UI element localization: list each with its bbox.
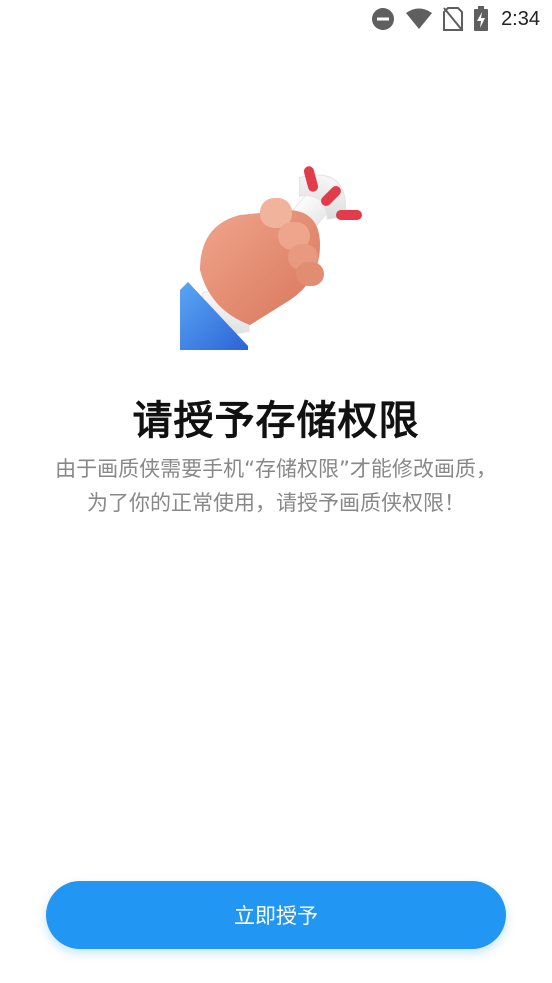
- status-bar: 2:34: [0, 0, 552, 38]
- status-clock: 2:34: [501, 7, 540, 30]
- status-icons: 2:34: [371, 6, 540, 32]
- page-title: 请授予存储权限: [132, 398, 420, 444]
- wifi-icon: [405, 8, 433, 30]
- permission-description: 由于画质侠需要手机“存储权限”才能修改画质，为了你的正常使用，请授予画质侠权限！: [55, 457, 497, 515]
- wrench-in-hand-icon: [170, 150, 380, 360]
- grant-permission-button[interactable]: 立即授予: [46, 881, 506, 949]
- no-sim-icon: [443, 7, 464, 31]
- battery-charging-icon: [473, 6, 489, 32]
- do-not-disturb-icon: [371, 7, 395, 31]
